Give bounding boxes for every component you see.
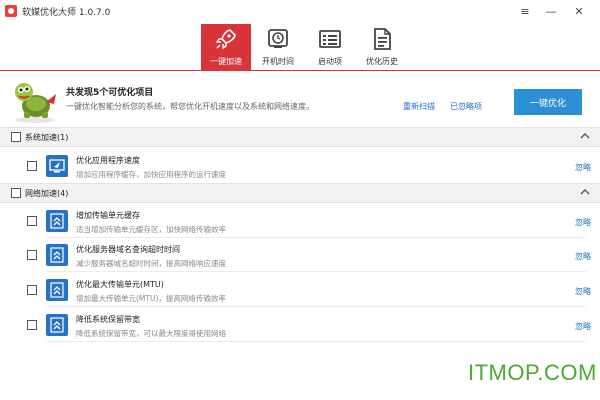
main-tabs: 一键加速 开机时间 启动项 优化历史 xyxy=(201,24,409,70)
group-checkbox[interactable] xyxy=(11,188,21,198)
network-arrow-icon xyxy=(46,210,68,232)
tab-startup-items[interactable]: 启动项 xyxy=(305,24,355,70)
tab-label: 启动项 xyxy=(318,57,342,66)
scan-result-title: 共发现5个可优化项目 xyxy=(66,88,154,98)
ignore-link[interactable]: 忽略 xyxy=(575,286,591,297)
ignore-link[interactable]: 忽略 xyxy=(575,251,591,262)
list-item[interactable]: 降低系统保留带宽 降低系统保留带宽，可以最大限度得使用网络 忽略 xyxy=(0,308,600,342)
chevron-up-icon[interactable] xyxy=(580,131,590,141)
item-description: 减少服务器域名超时时间，提高网络响应速度 xyxy=(76,259,226,268)
group-label: 系统加速(1) xyxy=(25,133,69,142)
item-title: 降低系统保留带宽 xyxy=(76,315,140,324)
item-checkbox[interactable] xyxy=(27,320,37,330)
app-logo-icon xyxy=(5,5,17,17)
chevron-up-icon[interactable] xyxy=(580,187,590,197)
ignored-items-link[interactable]: 已忽略项 xyxy=(450,101,482,112)
item-title: 优化服务器域名查询超时时间 xyxy=(76,245,180,254)
history-document-icon xyxy=(370,27,394,51)
item-description: 增加最大传输单元(MTU)，提高网络传输效率 xyxy=(76,294,226,303)
item-checkbox[interactable] xyxy=(27,250,37,260)
rocket-icon xyxy=(214,27,238,51)
item-checkbox[interactable] xyxy=(27,285,37,295)
list-item[interactable]: 优化服务器域名查询超时时间 减少服务器域名超时时间，提高网络响应速度 忽略 xyxy=(0,238,600,272)
ignore-link[interactable]: 忽略 xyxy=(575,217,591,228)
item-title: 增加传输单元缓存 xyxy=(76,211,140,220)
tab-optimize-history[interactable]: 优化历史 xyxy=(357,24,407,70)
one-click-optimize-button[interactable]: 一键优化 xyxy=(514,89,582,115)
group-checkbox[interactable] xyxy=(11,132,21,142)
item-title: 优化应用程序速度 xyxy=(76,156,140,165)
site-watermark: ITMOP.COM xyxy=(468,360,597,385)
turtle-mascot-icon xyxy=(10,76,60,124)
item-description: 适当增加传输单元缓存区，加快网络传输效率 xyxy=(76,225,226,234)
item-description: 增加应用程序缓存，加快应用程序的运行速度 xyxy=(76,170,226,179)
toolbar-divider xyxy=(0,70,600,71)
tab-label: 一键加速 xyxy=(210,57,242,66)
row-divider xyxy=(46,306,586,307)
group-header-network[interactable]: 网络加速(4) xyxy=(0,183,600,203)
menu-button[interactable]: ≡ xyxy=(514,2,536,20)
ignore-link[interactable]: 忽略 xyxy=(575,321,591,332)
list-item[interactable]: 优化应用程序速度 增加应用程序缓存，加快应用程序的运行速度 忽略 xyxy=(0,149,600,183)
list-item[interactable]: 优化最大传输单元(MTU) 增加最大传输单元(MTU)，提高网络传输效率 忽略 xyxy=(0,273,600,307)
network-arrow-icon xyxy=(46,244,68,266)
title-bar: 软媒优化大师 1.0.7.0 ≡ — ✕ xyxy=(0,0,600,22)
item-description: 降低系统保留带宽，可以最大限度得使用网络 xyxy=(76,329,226,338)
monitor-rocket-icon xyxy=(46,155,68,177)
close-button[interactable]: ✕ xyxy=(568,2,590,20)
row-divider xyxy=(46,271,586,272)
group-label: 网络加速(4) xyxy=(25,189,69,198)
tab-boot-time[interactable]: 开机时间 xyxy=(253,24,303,70)
network-arrow-icon xyxy=(46,314,68,336)
rescan-link[interactable]: 重新扫描 xyxy=(403,101,435,112)
window-title: 软媒优化大师 1.0.7.0 xyxy=(22,8,111,18)
clock-icon xyxy=(266,27,290,51)
minimize-button[interactable]: — xyxy=(540,2,562,20)
network-arrow-icon xyxy=(46,279,68,301)
tab-label: 开机时间 xyxy=(262,57,294,66)
tab-label: 优化历史 xyxy=(366,57,398,66)
group-header-system[interactable]: 系统加速(1) xyxy=(0,127,600,147)
row-divider xyxy=(46,341,586,342)
list-item[interactable]: 增加传输单元缓存 适当增加传输单元缓存区，加快网络传输效率 忽略 xyxy=(0,204,600,238)
tab-one-click-speedup[interactable]: 一键加速 xyxy=(201,24,251,70)
startup-list-icon xyxy=(318,27,342,51)
item-title: 优化最大传输单元(MTU) xyxy=(76,280,164,289)
item-checkbox[interactable] xyxy=(27,161,37,171)
scan-result-description: 一键优化智能分析您的系统，帮您优化开机速度以及系统和网络速度。 xyxy=(66,102,314,111)
item-checkbox[interactable] xyxy=(27,216,37,226)
ignore-link[interactable]: 忽略 xyxy=(575,162,591,173)
